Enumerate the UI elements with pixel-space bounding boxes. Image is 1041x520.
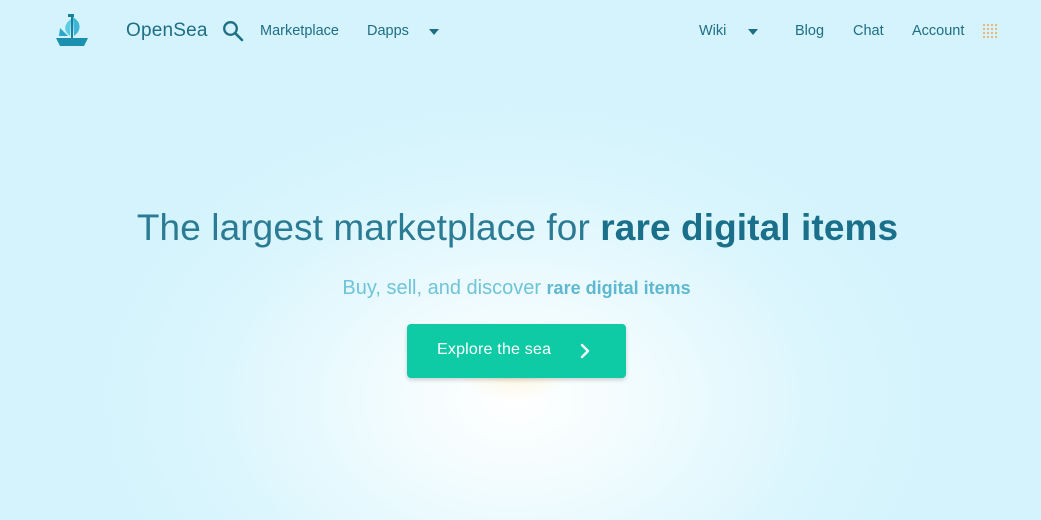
nav-marketplace[interactable]: Marketplace: [260, 23, 339, 39]
search-icon[interactable]: [222, 20, 244, 42]
nav-dapps[interactable]: Dapps: [367, 23, 409, 39]
top-navigation: OpenSea Marketplace Dapps Wiki Blog Chat…: [0, 0, 1041, 62]
hero-title-strong: rare digital items: [600, 207, 899, 248]
hero-subtitle-strong: rare digital items: [546, 278, 691, 298]
hero-title-prefix: The largest marketplace for: [136, 207, 601, 248]
hero-subtitle: Buy, sell, and discover rare digital ite…: [0, 277, 1033, 300]
explore-button-label: Explore the sea: [437, 341, 552, 358]
nav-account[interactable]: Account: [912, 23, 964, 39]
nav-wiki[interactable]: Wiki: [699, 23, 726, 39]
hero-title: The largest marketplace for rare digital…: [0, 207, 1035, 249]
nav-blog[interactable]: Blog: [795, 23, 824, 39]
explore-button[interactable]: Explore the sea: [407, 324, 626, 378]
wiki-chevron-down-icon[interactable]: [748, 29, 758, 35]
brand-name[interactable]: OpenSea: [126, 20, 208, 42]
chevron-right-icon: [580, 343, 590, 359]
ship-logo-icon[interactable]: [54, 14, 90, 48]
hero-subtitle-prefix: Buy, sell, and discover: [342, 277, 547, 299]
grid-dots-icon[interactable]: [982, 23, 998, 39]
nav-chat[interactable]: Chat: [853, 23, 884, 39]
dapps-chevron-down-icon[interactable]: [429, 29, 439, 35]
